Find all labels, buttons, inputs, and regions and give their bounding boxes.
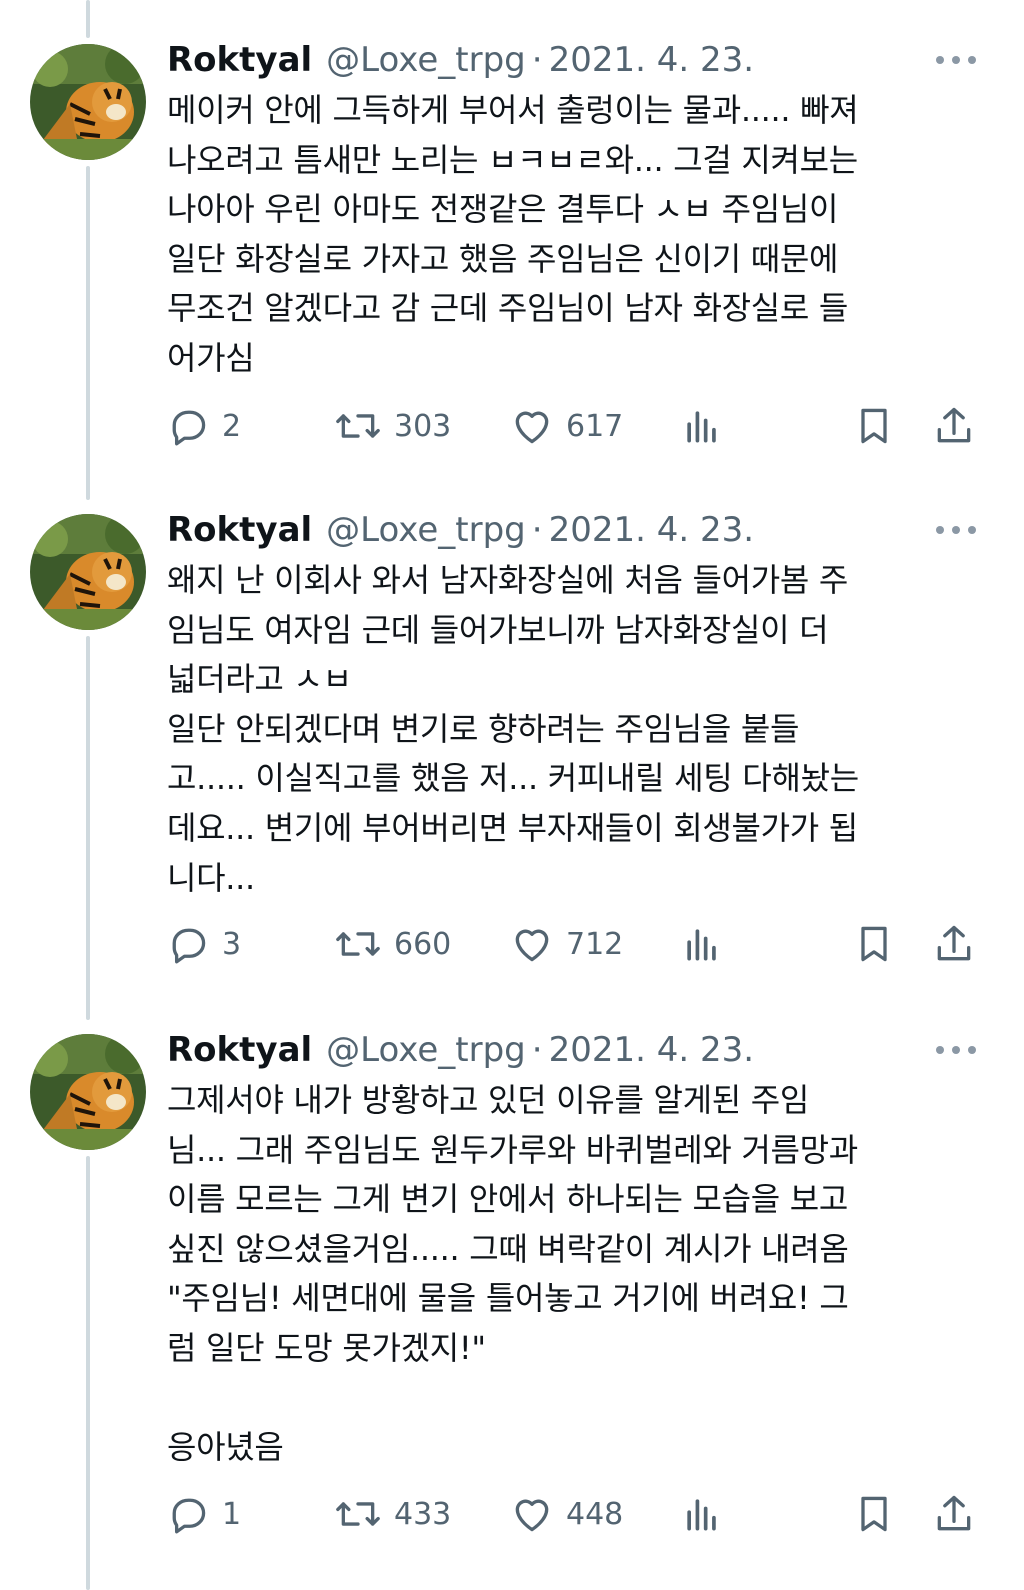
tiger-avatar-image <box>30 1034 146 1150</box>
retweet-button[interactable]: 433 <box>334 1492 451 1536</box>
like-count: 617 <box>566 408 624 444</box>
more-icon[interactable] <box>936 1042 976 1058</box>
bookmark-icon <box>861 408 887 444</box>
reply-count: 1 <box>222 1496 242 1532</box>
like-button[interactable]: 448 <box>510 1492 623 1536</box>
retweet-icon <box>336 932 380 956</box>
bookmark-button[interactable] <box>852 1492 896 1536</box>
reply-count: 3 <box>222 926 242 962</box>
reply-button[interactable]: 3 <box>166 922 241 966</box>
tweet-actions: 3 660 712 <box>166 922 978 966</box>
thread-line-top <box>86 0 90 38</box>
reply-icon <box>172 928 206 964</box>
bookmark-icon <box>861 926 887 962</box>
retweet-icon <box>336 1502 380 1526</box>
display-name[interactable]: Roktyal <box>167 40 312 80</box>
reply-icon <box>172 410 206 446</box>
share-icon <box>937 925 971 961</box>
tiger-avatar-image <box>30 44 146 160</box>
separator-dot: · <box>531 1030 543 1070</box>
views-button[interactable] <box>680 922 724 966</box>
share-icon <box>937 407 971 443</box>
tweet-text: 왜지 난 이회사 와서 남자화장실에 처음 들어가봄 주 임님도 여자임 근데 … <box>167 561 859 897</box>
tweet[interactable]: Roktyal @Loxe_trpg · 2021. 4. 23. 그제서야 내… <box>0 1030 1024 1590</box>
user-handle[interactable]: @Loxe_trpg <box>326 1030 526 1070</box>
analytics-icon <box>687 929 716 961</box>
like-count: 448 <box>566 1496 624 1532</box>
separator-dot: · <box>531 40 543 80</box>
analytics-icon <box>687 1499 716 1531</box>
like-button[interactable]: 712 <box>510 922 623 966</box>
like-button[interactable]: 617 <box>510 404 623 448</box>
tiger-avatar-image <box>30 514 146 630</box>
tweet-actions: 1 433 448 <box>166 1492 978 1536</box>
share-button[interactable] <box>932 922 976 966</box>
avatar[interactable] <box>30 514 146 630</box>
share-button[interactable] <box>932 1492 976 1536</box>
tweet[interactable]: Roktyal @Loxe_trpg · 2021. 4. 23. 왜지 난 이… <box>0 510 1024 1020</box>
tweet-header: Roktyal @Loxe_trpg · 2021. 4. 23. <box>167 510 754 550</box>
tweet-date[interactable]: 2021. 4. 23. <box>549 510 754 550</box>
more-icon[interactable] <box>936 522 976 538</box>
user-handle[interactable]: @Loxe_trpg <box>326 510 526 550</box>
tweet-date[interactable]: 2021. 4. 23. <box>549 1030 754 1070</box>
heart-icon <box>515 411 549 444</box>
tweet-actions: 2 303 617 <box>166 404 978 448</box>
like-count: 712 <box>566 926 624 962</box>
tweet-text: 메이커 안에 그득하게 부어서 출렁이는 물과..... 빠져 나오려고 틈새만… <box>167 91 859 377</box>
heart-icon <box>515 1499 549 1532</box>
more-icon[interactable] <box>936 52 976 68</box>
avatar[interactable] <box>30 44 146 160</box>
views-button[interactable] <box>680 404 724 448</box>
retweet-count: 660 <box>394 926 452 962</box>
display-name[interactable]: Roktyal <box>167 1030 312 1070</box>
reply-button[interactable]: 1 <box>166 1492 241 1536</box>
bookmark-button[interactable] <box>852 922 896 966</box>
tweet[interactable]: Roktyal @Loxe_trpg · 2021. 4. 23. 메이커 안에… <box>0 40 1024 500</box>
retweet-count: 303 <box>394 408 452 444</box>
share-button[interactable] <box>932 404 976 448</box>
heart-icon <box>515 929 549 962</box>
separator-dot: · <box>531 510 543 550</box>
tweet-header: Roktyal @Loxe_trpg · 2021. 4. 23. <box>167 40 754 80</box>
reply-button[interactable]: 2 <box>166 404 241 448</box>
views-button[interactable] <box>680 1492 724 1536</box>
avatar[interactable] <box>30 1034 146 1150</box>
retweet-icon <box>336 414 380 438</box>
reply-count: 2 <box>222 408 242 444</box>
bookmark-icon <box>861 1496 887 1532</box>
reply-icon <box>172 1498 206 1534</box>
retweet-count: 433 <box>394 1496 452 1532</box>
display-name[interactable]: Roktyal <box>167 510 312 550</box>
analytics-icon <box>687 411 716 443</box>
tweet-date[interactable]: 2021. 4. 23. <box>549 40 754 80</box>
bookmark-button[interactable] <box>852 404 896 448</box>
tweet-text: 그제서야 내가 방황하고 있던 이유를 알게된 주임 님... 그래 주임님도 … <box>167 1081 858 1467</box>
retweet-button[interactable]: 303 <box>334 404 451 448</box>
tweet-header: Roktyal @Loxe_trpg · 2021. 4. 23. <box>167 1030 754 1070</box>
retweet-button[interactable]: 660 <box>334 922 451 966</box>
share-icon <box>937 1495 971 1531</box>
user-handle[interactable]: @Loxe_trpg <box>326 40 526 80</box>
